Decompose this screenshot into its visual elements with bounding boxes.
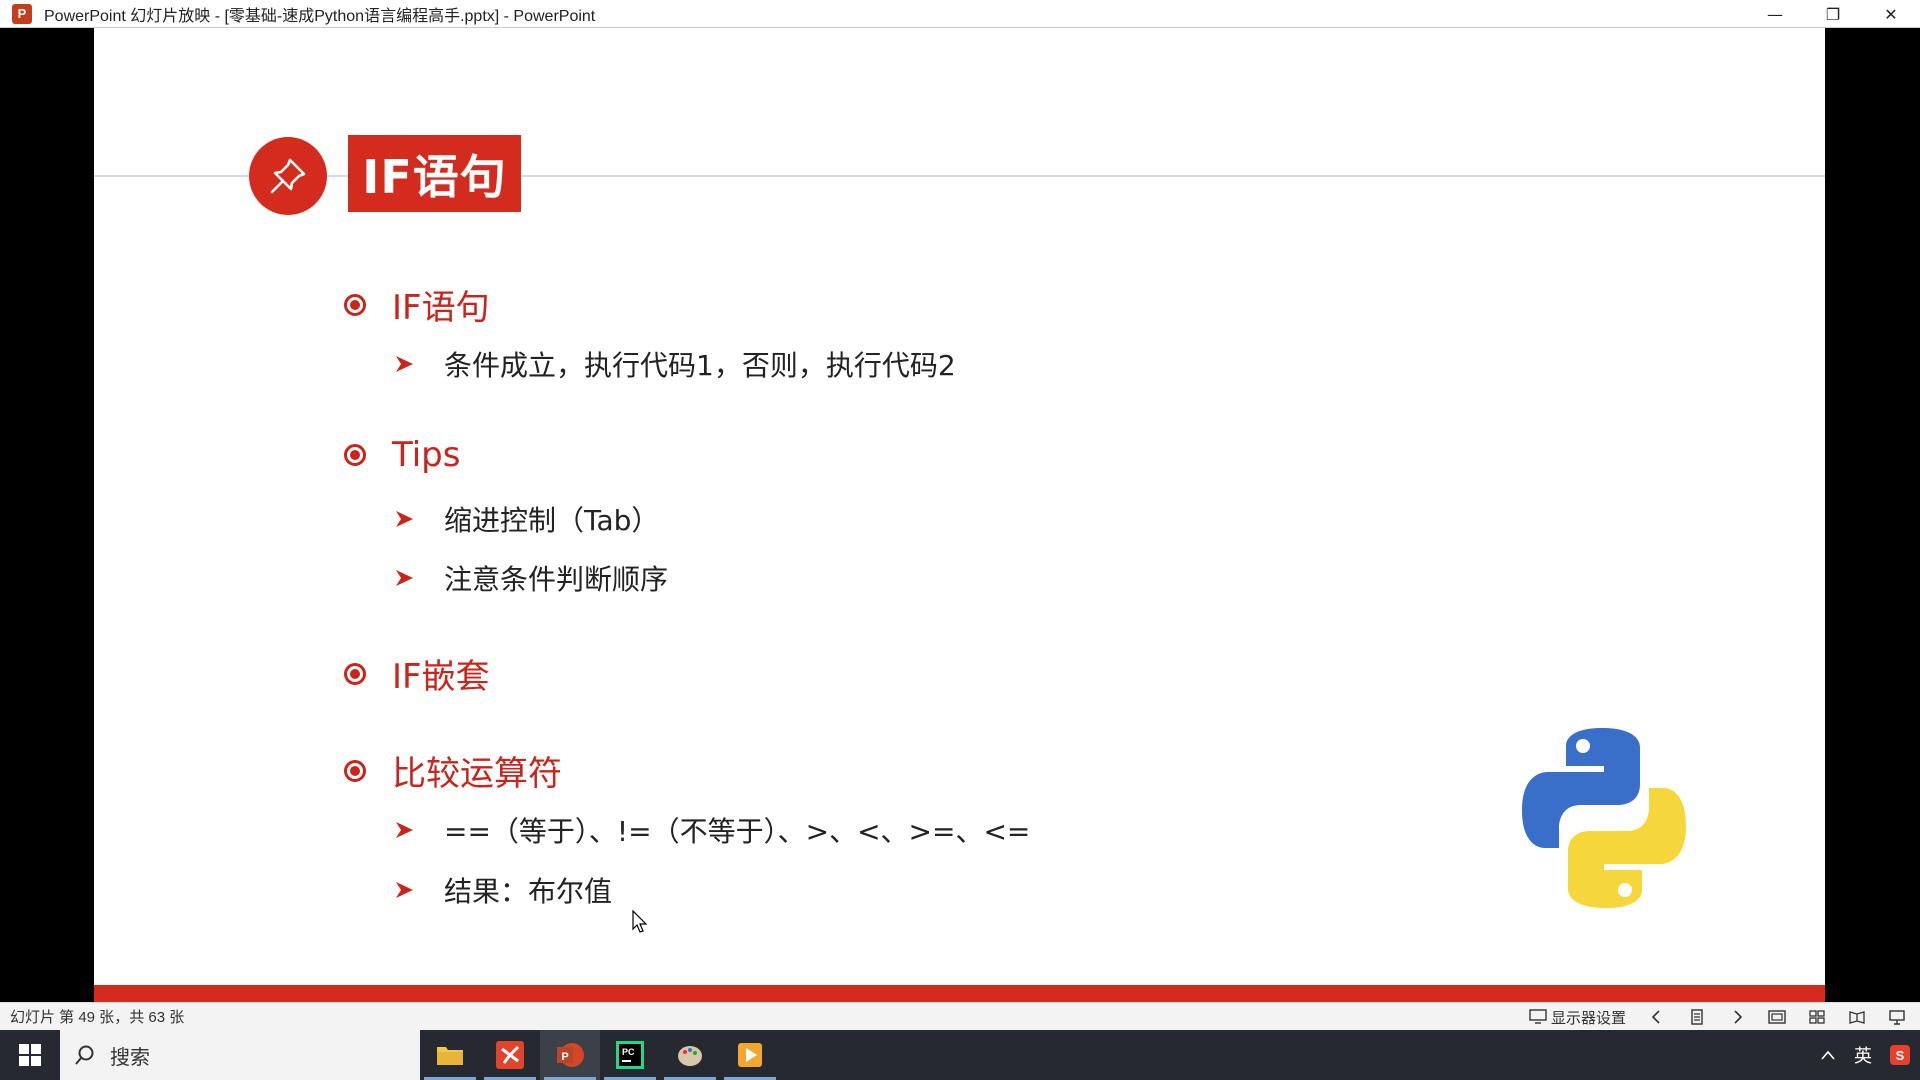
- svg-text:P: P: [561, 1051, 568, 1063]
- windows-logo-icon: [19, 1044, 41, 1066]
- title-bar: P PowerPoint 幻灯片放映 - [零基础-速成Python语言编程高手…: [0, 0, 1920, 28]
- window-controls: — ❐ ✕: [1746, 0, 1920, 28]
- bullet-dot-icon: [344, 293, 366, 316]
- taskbar-pycharm[interactable]: PC: [600, 1030, 660, 1080]
- normal-view-icon[interactable]: [1768, 1009, 1786, 1025]
- list-item: 缩进控制（Tab）: [394, 499, 659, 539]
- reading-view-icon[interactable]: [1848, 1009, 1866, 1025]
- section-heading-operators: 比较运算符: [344, 746, 562, 795]
- slide-sorter-icon[interactable]: [1808, 1009, 1826, 1025]
- taskbar: 搜索 P PC 英 S: [0, 1030, 1920, 1080]
- taskbar-xmind[interactable]: [480, 1030, 540, 1080]
- taskbar-paint[interactable]: [660, 1030, 720, 1080]
- arrow-bullet-icon: [396, 822, 413, 838]
- monitor-icon: [1529, 1009, 1547, 1024]
- xmind-icon: [496, 1041, 524, 1069]
- section-heading-text: IF嵌套: [392, 657, 490, 697]
- bullet-dot-icon: [344, 759, 366, 782]
- arrow-bullet-icon: [396, 511, 413, 527]
- slide-title: IF语句: [348, 135, 521, 212]
- section-heading-text: 比较运算符: [392, 754, 562, 794]
- section-heading-tips: Tips: [344, 435, 460, 475]
- search-icon: [75, 1045, 94, 1065]
- arrow-bullet-icon: [396, 570, 413, 586]
- list-item-text: 结果：布尔值: [444, 875, 613, 908]
- powerpoint-taskbar-icon: P: [557, 1043, 584, 1067]
- status-bar: 幻灯片 第 49 张，共 63 张 显示器设置: [0, 1002, 1920, 1030]
- svg-text:S: S: [1896, 1048, 1905, 1063]
- close-button[interactable]: ✕: [1862, 0, 1920, 28]
- python-logo-icon: [1522, 728, 1686, 908]
- folder-icon: [437, 1047, 463, 1065]
- pycharm-icon: PC: [616, 1041, 644, 1069]
- section-heading-nested-if: IF嵌套: [344, 649, 490, 698]
- chevron-up-icon[interactable]: [1820, 1049, 1836, 1061]
- ime-indicator[interactable]: 英: [1854, 1042, 1872, 1068]
- taskbar-video-player[interactable]: [720, 1030, 780, 1080]
- previous-slide-icon[interactable]: [1648, 1009, 1666, 1025]
- list-item: 条件成立，执行代码1，否则，执行代码2: [394, 344, 956, 384]
- list-item-text: ==（等于）、!=（不等于）、>、<、>=、<=: [444, 815, 1031, 848]
- next-slide-icon[interactable]: [1728, 1009, 1746, 1025]
- palette-icon: [678, 1046, 702, 1066]
- play-icon: [738, 1043, 762, 1067]
- list-item-text: 缩进控制（Tab）: [444, 504, 660, 537]
- mouse-cursor-icon: [632, 910, 648, 933]
- minimize-button[interactable]: —: [1746, 0, 1804, 28]
- window-title: PowerPoint 幻灯片放映 - [零基础-速成Python语言编程高手.p…: [44, 7, 596, 25]
- list-item: ==（等于）、!=（不等于）、>、<、>=、<=: [394, 810, 1030, 850]
- slide-menu-icon[interactable]: [1688, 1009, 1706, 1025]
- list-item-text: 条件成立，执行代码1，否则，执行代码2: [444, 349, 956, 382]
- section-heading-if: IF语句: [344, 280, 490, 329]
- section-heading-text: IF语句: [392, 288, 490, 328]
- powerpoint-icon: P: [12, 3, 32, 24]
- start-button[interactable]: [0, 1030, 60, 1080]
- list-item: 注意条件判断顺序: [394, 558, 668, 598]
- bullet-dot-icon: [344, 662, 366, 685]
- display-settings-label: 显示器设置: [1550, 1009, 1626, 1027]
- pin-icon: [249, 137, 327, 215]
- slide-counter: 幻灯片 第 49 张，共 63 张: [10, 1009, 185, 1026]
- taskbar-file-explorer[interactable]: [420, 1030, 480, 1080]
- search-label: 搜索: [110, 1044, 150, 1069]
- section-heading-text: Tips: [392, 435, 461, 475]
- restore-button[interactable]: ❐: [1804, 0, 1862, 28]
- list-item-text: 注意条件判断顺序: [444, 563, 669, 596]
- arrow-bullet-icon: [396, 356, 413, 372]
- svg-text:PC: PC: [622, 1047, 635, 1057]
- sogou-input-icon[interactable]: S: [1890, 1045, 1910, 1065]
- arrow-bullet-icon: [396, 882, 413, 898]
- system-tray: 英 S: [1820, 1030, 1910, 1080]
- taskbar-search-box[interactable]: 搜索: [60, 1030, 420, 1080]
- taskbar-powerpoint[interactable]: P: [540, 1030, 600, 1080]
- slide-canvas[interactable]: IF语句 IF语句 条件成立，执行代码1，否则，执行代码2 Tips 缩进控制（…: [94, 28, 1825, 1002]
- list-item: 结果：布尔值: [394, 870, 612, 910]
- bullet-dot-icon: [344, 444, 366, 466]
- display-settings-button[interactable]: 显示器设置: [1529, 1007, 1626, 1028]
- slide-footer-bar: [94, 985, 1825, 1002]
- slideshow-view-icon[interactable]: [1888, 1009, 1906, 1025]
